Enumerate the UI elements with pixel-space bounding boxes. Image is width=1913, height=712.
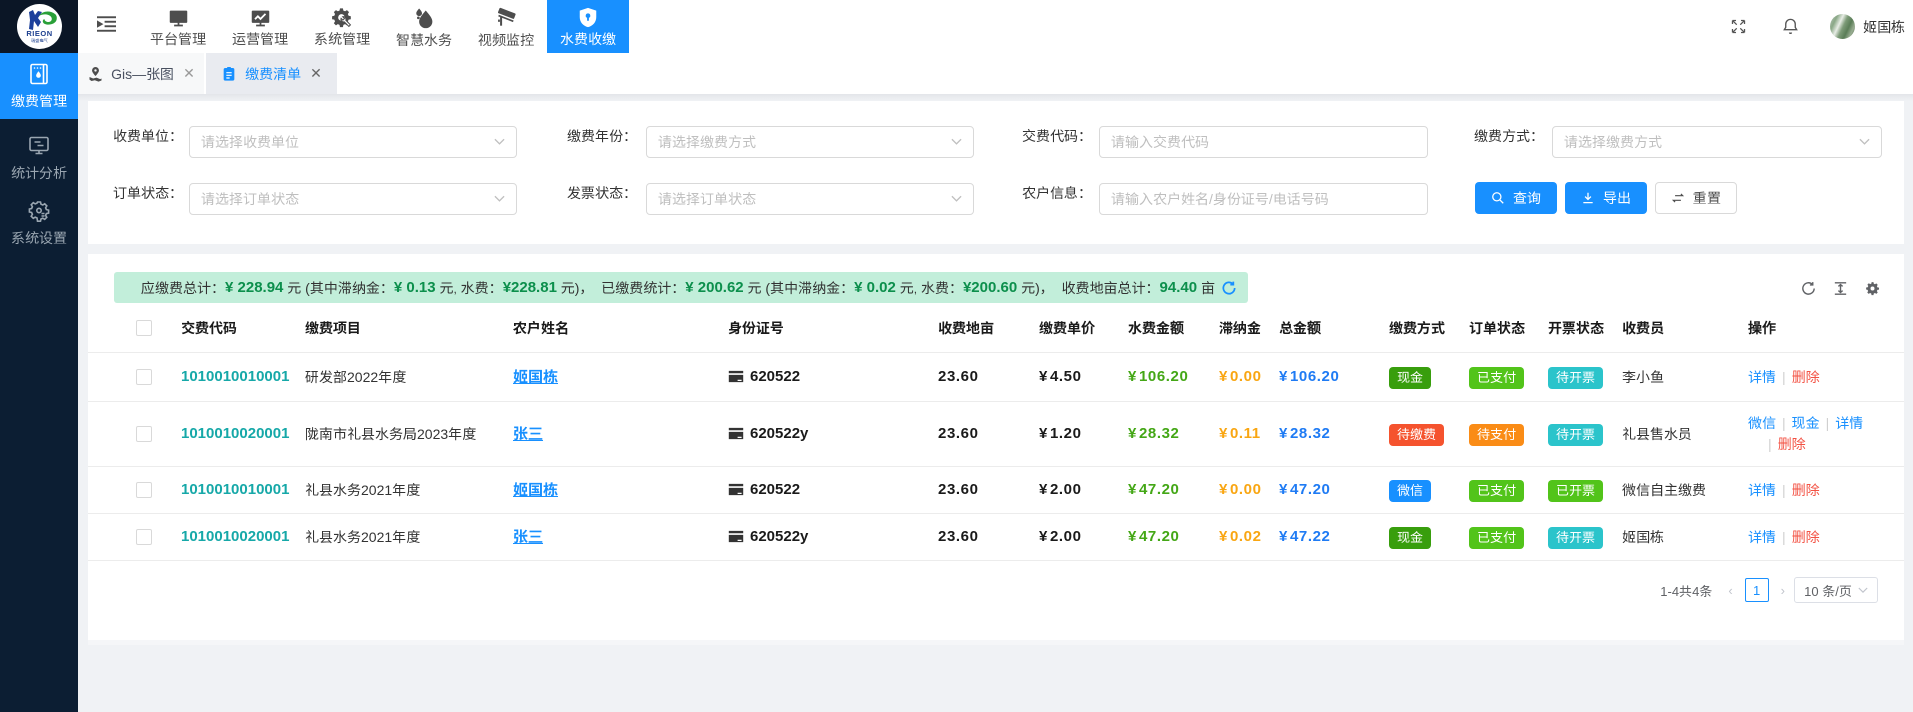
svg-text:瑞盛电气: 瑞盛电气 [31, 37, 49, 43]
svg-text:RIEON: RIEON [26, 29, 52, 38]
